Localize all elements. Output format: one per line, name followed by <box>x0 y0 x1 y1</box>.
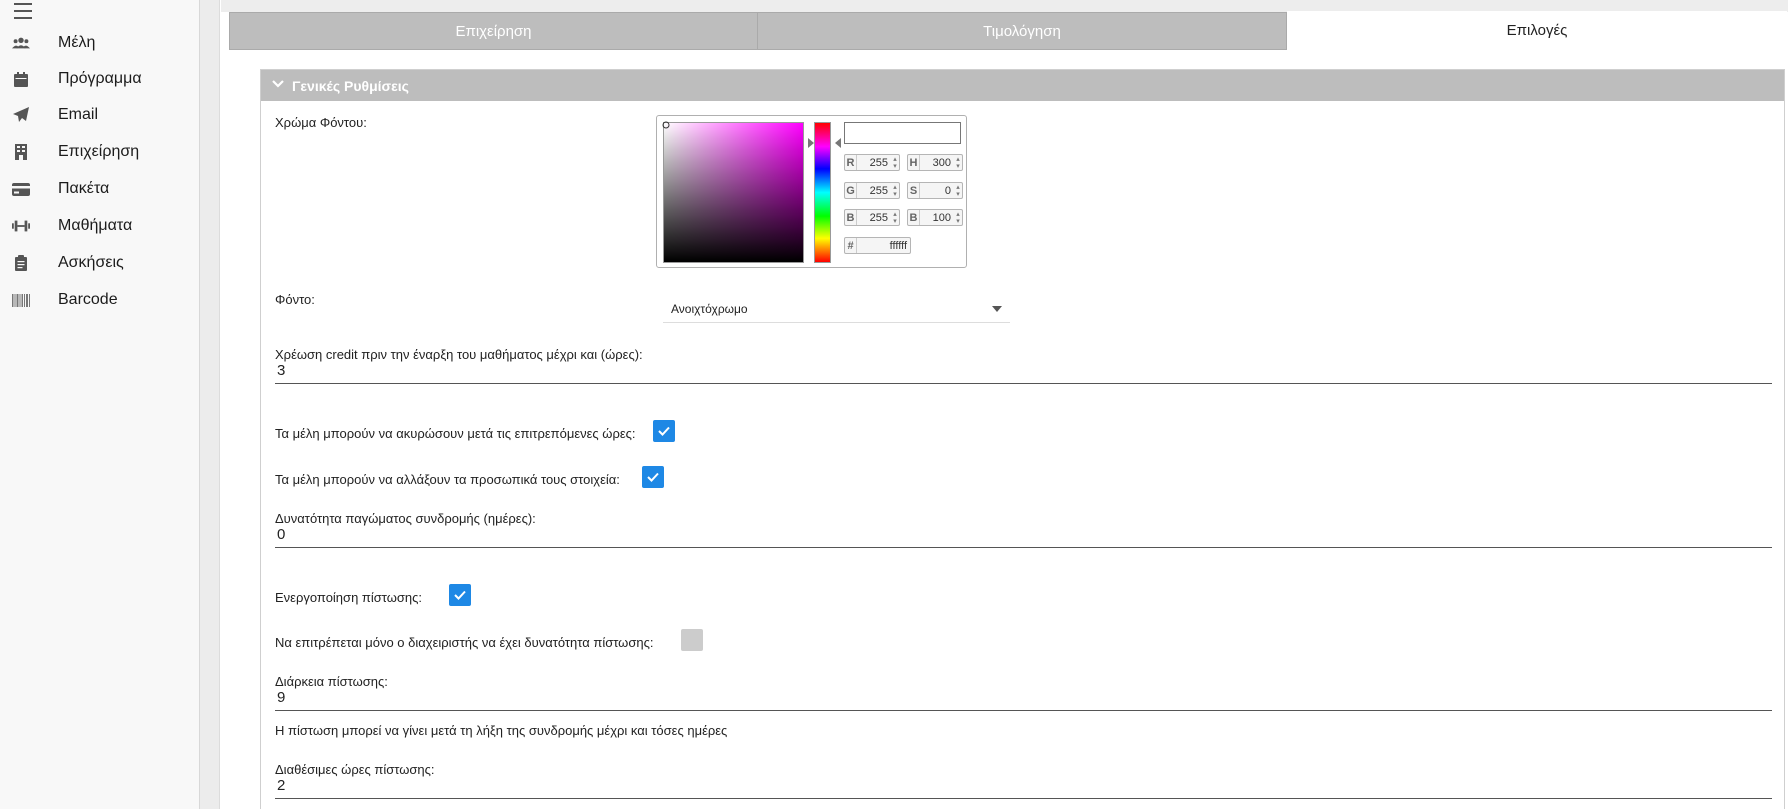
spinner-icon[interactable]: ▴ ▾ <box>891 184 899 198</box>
paper-plane-icon <box>12 106 30 124</box>
credit-hours-input[interactable]: 2 <box>275 777 1772 799</box>
credit-duration-label: Διάρκεια πίστωσης: <box>275 674 388 689</box>
check-icon <box>647 472 659 482</box>
sidebar-item-business[interactable]: Επιχείρηση <box>0 135 200 169</box>
background-select-value: Ανοιχτόχρωμο <box>671 301 748 316</box>
edit-personal-label: Τα μέλη μπορούν να αλλάξουν τα προσωπικά… <box>275 472 620 487</box>
picker-handle-icon <box>662 121 670 129</box>
green-field[interactable]: G 255 ▴ ▾ <box>844 182 900 199</box>
sidebar-item-schedule[interactable]: Πρόγραμμα <box>0 62 200 96</box>
cancel-after-checkbox[interactable] <box>653 420 675 442</box>
check-icon <box>658 426 670 436</box>
clipboard-icon <box>12 254 30 272</box>
freeze-input[interactable]: 0 <box>275 526 1772 548</box>
chevron-down-icon <box>271 77 285 96</box>
color-preview <box>844 122 961 144</box>
hue-arrow-right-icon <box>835 138 841 148</box>
background-label: Φόντο: <box>275 292 315 307</box>
tab-options[interactable]: Επιλογές <box>1287 11 1787 49</box>
admin-only-checkbox[interactable] <box>681 629 703 651</box>
sidebar-border <box>200 0 220 809</box>
sidebar-item-label: Μαθήματα <box>58 217 133 234</box>
enable-credit-checkbox[interactable] <box>449 584 471 606</box>
hue-field[interactable]: H 300 ▴ ▾ <box>907 154 963 171</box>
panel-title: Γενικές Ρυθμίσεις <box>292 77 409 94</box>
color-picker: R 255 ▴ ▾ H 300 ▴ ▾ G 255 ▴ ▾ S 0 ▴ ▾ B 255 ▴ ▾ B 100 ▴ ▾ … <box>656 115 967 268</box>
sidebar-item-barcode[interactable]: Barcode <box>0 283 200 317</box>
brightness-field[interactable]: B 100 ▴ ▾ <box>907 209 963 226</box>
building-icon <box>12 143 30 161</box>
freeze-label: Δυνατότητα παγώματος συνδρομής (ημέρες): <box>275 511 536 526</box>
saturation-value-box[interactable] <box>662 121 804 263</box>
enable-credit-label: Ενεργοποίηση πίστωσης: <box>275 590 423 605</box>
sidebar-item-packages[interactable]: Πακέτα <box>0 172 200 206</box>
bg-color-label: Χρώμα Φόντου: <box>275 115 367 130</box>
caret-down-icon <box>992 306 1002 312</box>
red-field[interactable]: R 255 ▴ ▾ <box>844 154 900 171</box>
credit-card-icon <box>12 180 30 198</box>
credit-hours-label: Διαθέσιμες ώρες πίστωσης: <box>275 762 435 777</box>
sidebar-item-label: Email <box>58 106 99 123</box>
sidebar-item-label: Πρόγραμμα <box>58 70 142 87</box>
tab-business[interactable]: Επιχείρηση <box>229 12 758 50</box>
sidebar: Μέλη Πρόγραμμα Email Επιχείρηση Πακέτα Μ… <box>0 0 200 809</box>
sidebar-item-exercises[interactable]: Ασκήσεις <box>0 246 200 280</box>
cancel-after-label: Τα μέλη μπορούν να ακυρώσουν μετά τις επ… <box>275 426 636 441</box>
spinner-icon[interactable]: ▴ ▾ <box>954 211 962 225</box>
saturation-field[interactable]: S 0 ▴ ▾ <box>907 182 963 199</box>
calendar-icon <box>12 70 30 88</box>
hue-arrow-left-icon <box>808 138 814 148</box>
spinner-icon[interactable]: ▴ ▾ <box>891 211 899 225</box>
credit-duration-input[interactable]: 9 <box>275 689 1772 711</box>
users-icon <box>12 34 30 52</box>
panel-header[interactable]: Γενικές Ρυθμίσεις <box>261 70 1784 101</box>
sidebar-item-label: Μέλη <box>58 34 96 51</box>
blue-field[interactable]: B 255 ▴ ▾ <box>844 209 900 226</box>
credit-duration-help: Η πίστωση μπορεί να γίνει μετά τη λήξη τ… <box>275 723 728 738</box>
sidebar-item-members[interactable]: Μέλη <box>0 26 200 60</box>
sidebar-item-email[interactable]: Email <box>0 98 200 132</box>
check-icon <box>454 590 466 600</box>
spinner-icon[interactable]: ▴ ▾ <box>891 156 899 170</box>
hex-field[interactable]: # ffffff <box>844 237 911 254</box>
edit-personal-checkbox[interactable] <box>642 466 664 488</box>
tab-label: Επιχείρηση <box>455 22 532 40</box>
spinner-icon[interactable]: ▴ ▾ <box>954 184 962 198</box>
sidebar-item-label: Barcode <box>58 291 118 308</box>
dumbbell-icon <box>12 217 30 235</box>
hamburger-menu-icon[interactable] <box>14 3 32 19</box>
admin-only-label: Να επιτρέπεται μόνο ο διαχειριστής να έχ… <box>275 635 654 650</box>
sidebar-item-classes[interactable]: Μαθήματα <box>0 209 200 243</box>
credit-charge-label: Χρέωση credit πριν την έναρξη του μαθήμα… <box>275 347 643 362</box>
sidebar-item-label: Ασκήσεις <box>58 254 124 271</box>
background-select[interactable]: Ανοιχτόχρωμο <box>663 295 1010 323</box>
tab-billing[interactable]: Τιμολόγηση <box>757 12 1287 50</box>
barcode-icon <box>12 291 30 309</box>
sidebar-item-label: Πακέτα <box>58 180 110 197</box>
tab-label: Τιμολόγηση <box>983 22 1061 40</box>
credit-charge-input[interactable]: 3 <box>275 362 1772 384</box>
hue-slider[interactable] <box>814 122 831 263</box>
spinner-icon[interactable]: ▴ ▾ <box>954 156 962 170</box>
tab-label: Επιλογές <box>1506 21 1568 39</box>
sidebar-item-label: Επιχείρηση <box>58 143 140 160</box>
